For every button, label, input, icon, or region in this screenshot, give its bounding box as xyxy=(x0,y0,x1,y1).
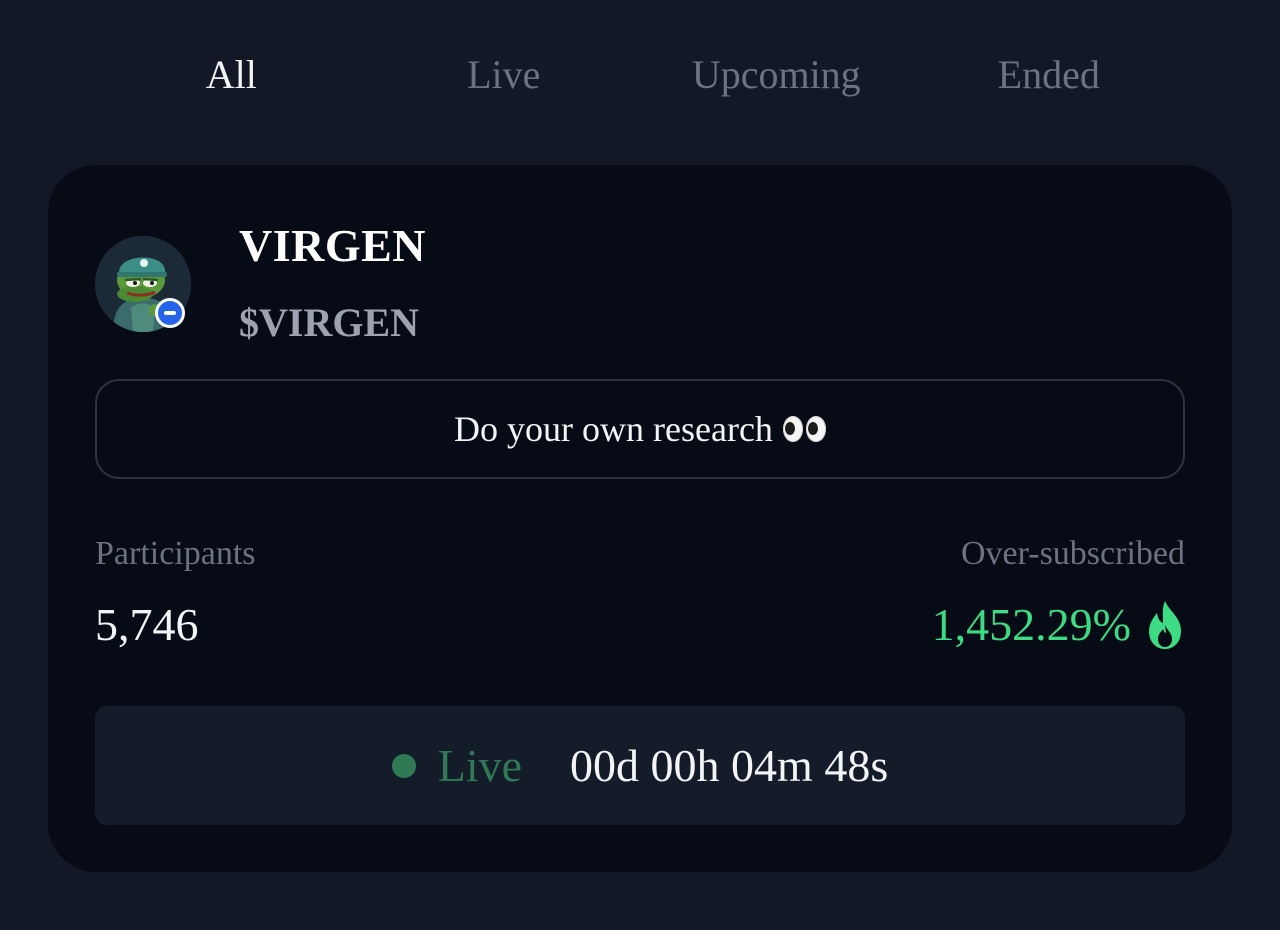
project-name: VIRGEN xyxy=(239,220,427,271)
eyes-emoji-icon xyxy=(782,416,826,442)
countdown-timer: 00d 00h 04m 48s xyxy=(570,740,889,791)
dyor-notice: Do your own research xyxy=(95,379,1185,479)
notice-text: Do your own research xyxy=(454,409,773,449)
tab-upcoming[interactable]: Upcoming xyxy=(640,0,913,150)
live-status-label: Live xyxy=(437,740,523,791)
oversubscribed-label: Over-subscribed xyxy=(960,535,1185,572)
participants-value: 5,746 xyxy=(95,599,199,650)
filter-tabs: All Live Upcoming Ended xyxy=(95,0,1185,150)
chain-badge-icon xyxy=(155,298,185,328)
participants-label: Participants xyxy=(95,535,256,572)
tab-live[interactable]: Live xyxy=(368,0,641,150)
project-ticker: $VIRGEN xyxy=(239,300,420,345)
tab-all[interactable]: All xyxy=(95,0,368,150)
oversubscribed-value: 1,452.29% xyxy=(931,599,1131,650)
live-status-dot-icon xyxy=(391,753,416,778)
oversubscribed-stat: 1,452.29% xyxy=(932,598,1185,651)
tab-ended[interactable]: Ended xyxy=(913,0,1186,150)
sale-status-bar: Live 00d 00h 04m 48s xyxy=(95,706,1185,825)
flame-icon xyxy=(1145,599,1185,651)
project-card[interactable]: VIRGEN $VIRGEN Do your own research Part… xyxy=(48,165,1232,872)
project-avatar-wrapper xyxy=(95,236,191,332)
